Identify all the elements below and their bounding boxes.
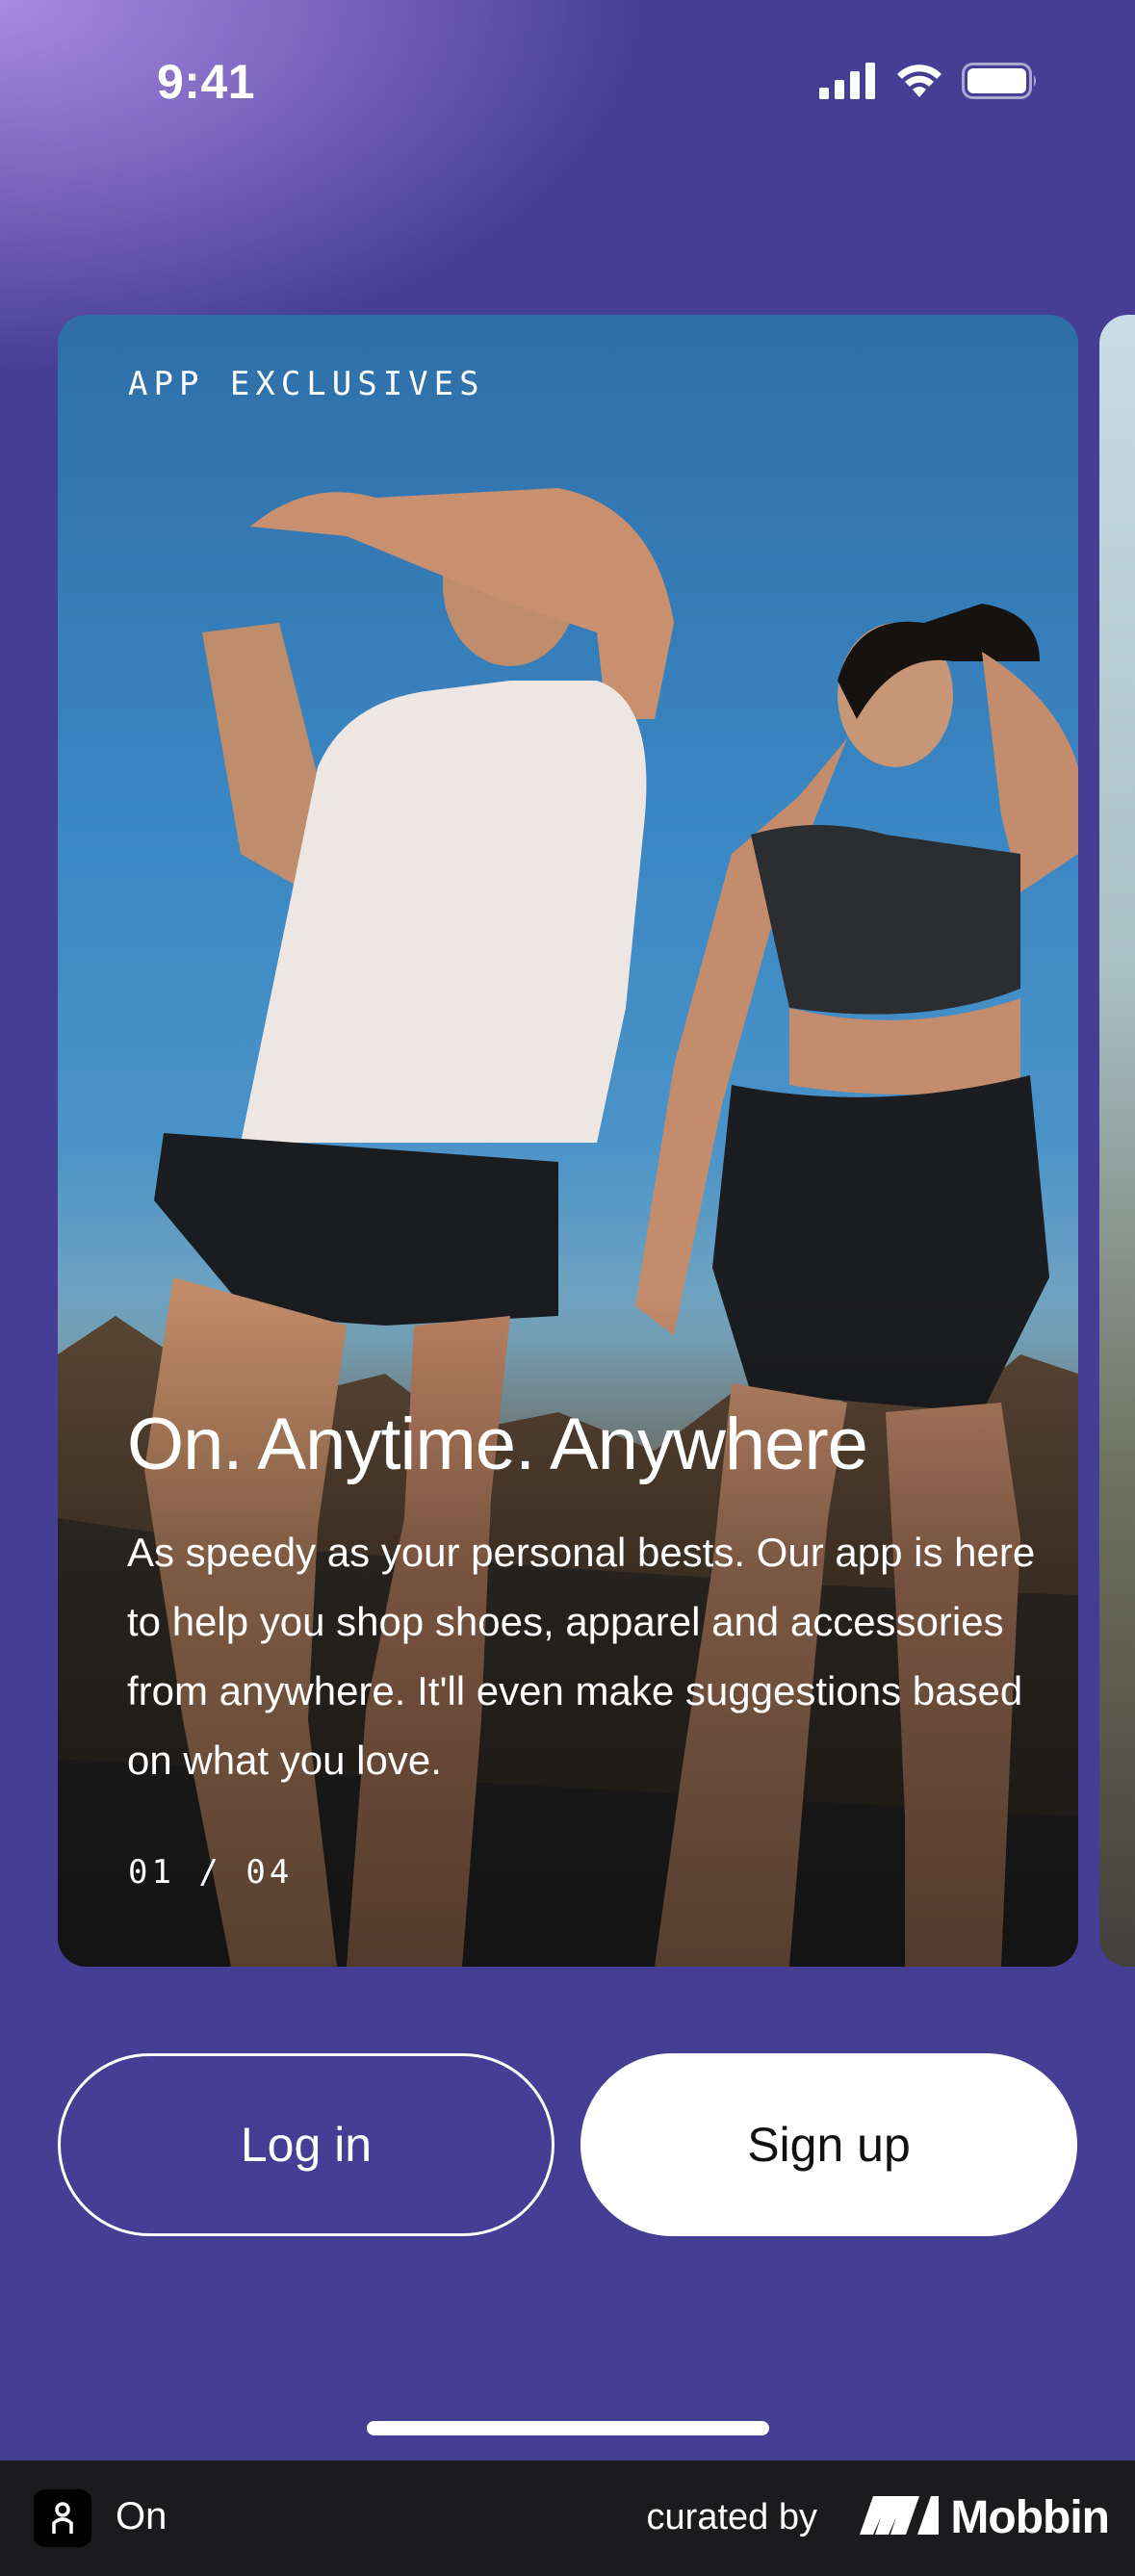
mobbin-wordmark: Mobbin [950,2491,1110,2543]
app-name: On [116,2495,168,2537]
card-eyebrow: APP EXCLUSIVES [128,365,485,403]
wifi-icon [894,63,944,104]
onboarding-screen: 9:41 APP EXCLUSIVES On. Anytime. Anywher… [0,0,1135,2460]
mobbin-brand: Mobbin [860,2486,1110,2549]
status-time: 9:41 [157,55,256,109]
card-description: As speedy as your personal bests. Our ap… [127,1530,1036,1783]
home-indicator[interactable] [367,2421,769,2435]
curated-by-label: curated by [646,2497,817,2537]
card-title: On. Anytime. Anywhere [127,1404,868,1485]
page-counter: 01 / 04 [128,1853,294,1892]
battery-icon [962,62,1039,104]
on-app-icon [34,2489,91,2547]
log-in-button[interactable]: Log in [58,2053,555,2236]
status-icons [819,62,1039,104]
sign-up-button[interactable]: Sign up [580,2053,1077,2236]
mobbin-logo-icon [860,2495,940,2539]
cellular-signal-icon [819,62,877,104]
status-bar: 9:41 [0,0,1135,168]
attribution-footer: On curated by Mobbin [0,2460,1135,2576]
next-card-peek[interactable] [1099,315,1135,1967]
onboarding-card[interactable]: APP EXCLUSIVES On. Anytime. Anywhere As … [58,315,1078,1967]
